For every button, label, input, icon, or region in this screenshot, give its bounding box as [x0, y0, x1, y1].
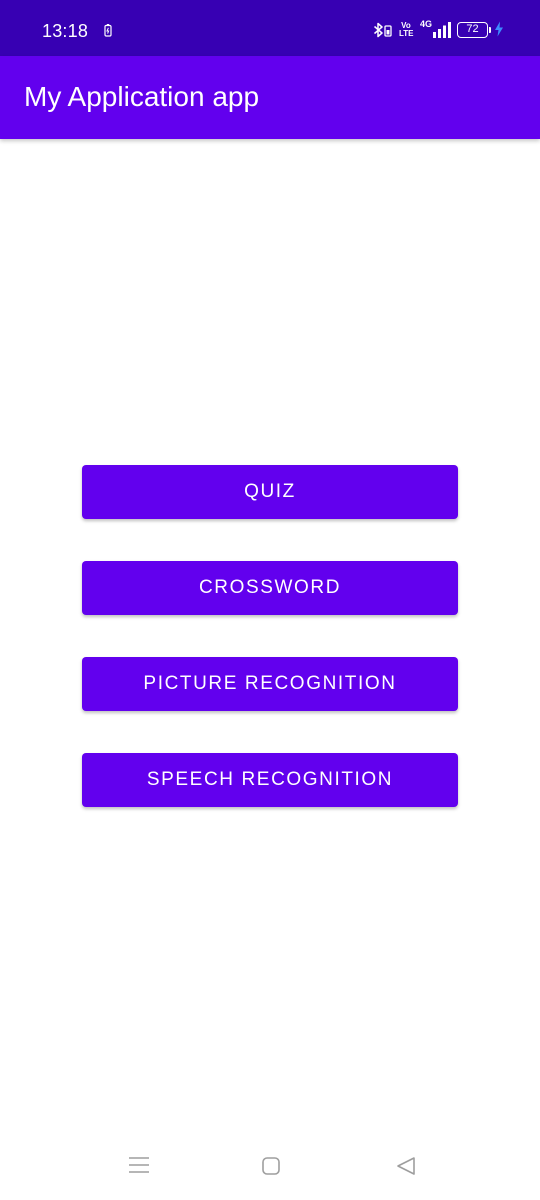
picture-recognition-button[interactable]: PICTURE RECOGNITION	[82, 657, 458, 711]
status-time: 13:18	[42, 21, 89, 41]
app-title: My Application app	[24, 81, 260, 112]
battery-icon: 72	[457, 22, 488, 38]
navigation-bar	[0, 1130, 540, 1200]
menu-icon[interactable]	[128, 1156, 150, 1174]
quiz-button[interactable]: QUIZ	[82, 465, 458, 519]
home-icon[interactable]	[262, 1157, 280, 1175]
charging-icon	[495, 21, 503, 37]
battery-percentage: 72	[466, 23, 479, 35]
bluetooth-icon	[374, 22, 392, 38]
signal-icon	[433, 22, 451, 38]
app-bar: My Application app	[0, 56, 540, 139]
back-icon[interactable]	[396, 1156, 416, 1176]
network-type-icon: 4G	[420, 19, 433, 29]
status-bar: 13:18 Vo LTE 4G 72	[0, 0, 540, 56]
crossword-button[interactable]: CROSSWORD	[82, 561, 458, 615]
volte-icon: Vo LTE	[399, 21, 414, 38]
battery-cap	[489, 27, 491, 33]
speech-recognition-button[interactable]: SPEECH RECOGNITION	[82, 753, 458, 807]
battery-saver-icon	[104, 24, 112, 37]
